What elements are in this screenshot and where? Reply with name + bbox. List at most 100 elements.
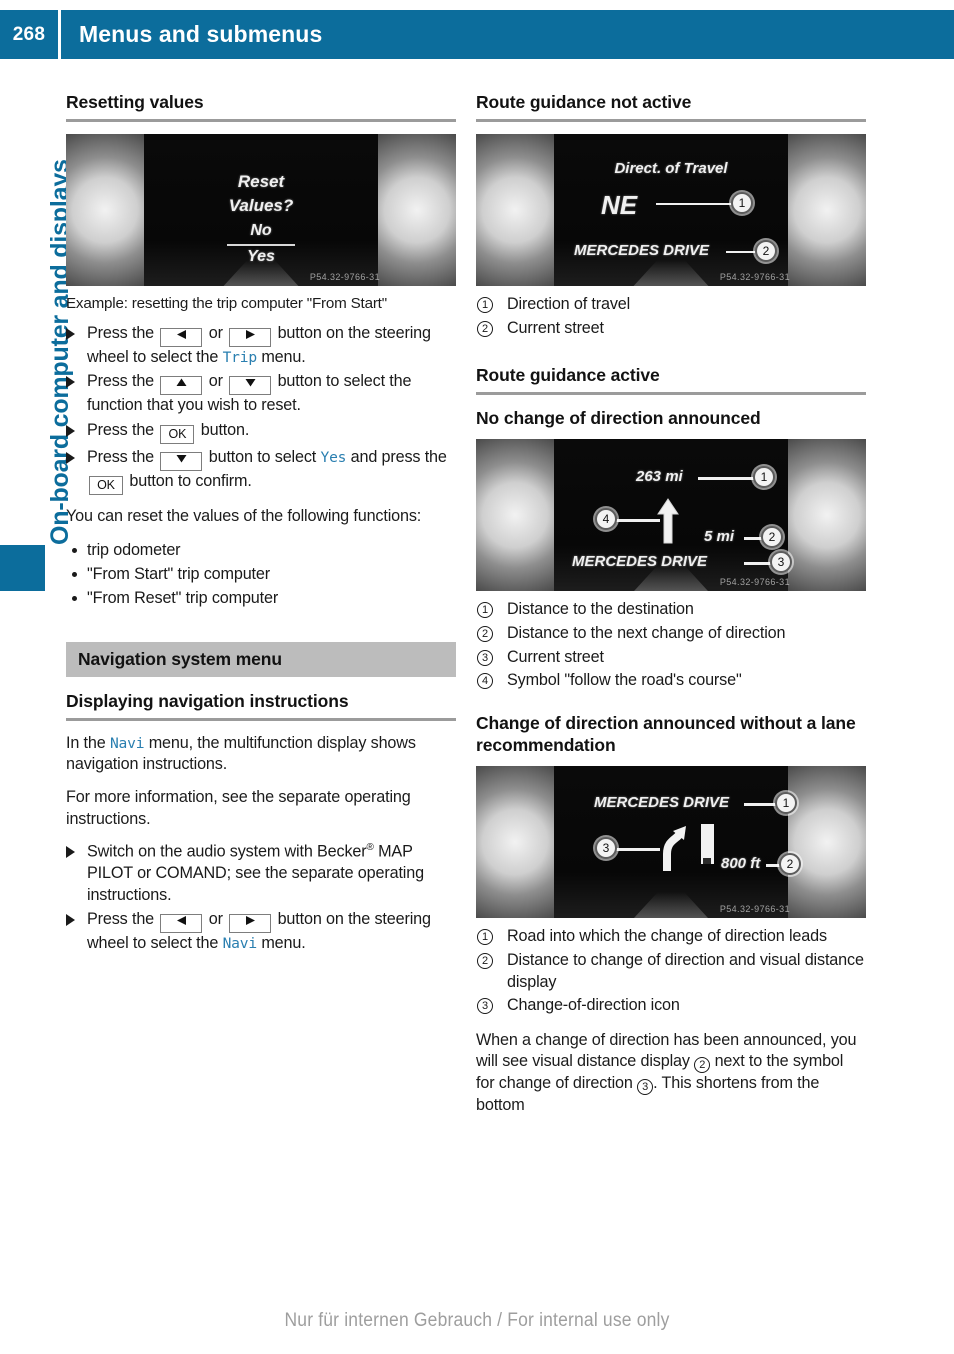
figure-caption: Example: resetting the trip computer "Fr…: [66, 295, 387, 312]
ok-key-icon[interactable]: OK: [160, 425, 195, 444]
list-item: 1 Distance to the destination: [476, 599, 866, 621]
legend-label: Current street: [507, 647, 604, 666]
heading-change-of-direction-announced: Change of direction announced without a …: [476, 712, 856, 756]
step-marker-icon: [66, 425, 75, 437]
heading-resetting-values: Resetting values: [66, 92, 456, 122]
legend-label: Direction of travel: [507, 295, 631, 313]
step-select-trip-menu: Press the or button on the steering whee…: [66, 323, 456, 369]
callout-number-inline: 2: [694, 1057, 711, 1074]
bullet-icon: [72, 571, 77, 577]
becker-text-pre: Switch on the audio system with Becker: [87, 842, 367, 861]
banner-navigation-system-menu: Navigation system menu: [66, 641, 456, 677]
step-text-pre: Press the: [87, 421, 155, 439]
list-item: "From Start" trip computer: [66, 563, 456, 585]
menu-name-navi: Navi: [109, 734, 145, 752]
left-column: Resetting values Reset Values? No Yes P5…: [66, 92, 456, 958]
leader-line: [616, 848, 660, 851]
display-direction-value: NE: [601, 190, 638, 220]
step-text-tail: and press the: [350, 448, 447, 466]
display-distance-to-change: 800 ft: [721, 855, 761, 873]
display-road-name: MERCEDES DRIVE: [594, 794, 730, 812]
leader-line: [726, 251, 758, 254]
heading-route-guidance-not-active: Route guidance not active: [476, 92, 866, 122]
registered-mark-icon: ®: [366, 842, 374, 854]
legend-label: Change-of-direction icon: [507, 996, 680, 1015]
heading-no-change-of-direction: No change of direction announced: [476, 408, 761, 429]
right-arrow-key-icon[interactable]: [229, 914, 272, 934]
down-arrow-key-icon[interactable]: [229, 376, 272, 396]
step-select-yes-confirm: Press the button to select Yes and press…: [66, 447, 456, 495]
left-arrow-key-icon[interactable]: [160, 914, 203, 934]
chapter-tab-marker: [0, 545, 45, 591]
leader-line: [656, 203, 734, 206]
display-direction-title: Direct. of Travel: [614, 160, 728, 177]
figure-route-guidance-not-active: Direct. of Travel NE 1 MERCEDES DRIVE 2 …: [476, 134, 866, 286]
callout-number: 2: [477, 626, 493, 643]
callout-number: 1: [477, 602, 493, 619]
menu-option-yes: Yes: [320, 449, 347, 466]
heading-displaying-navigation-instructions: Displaying navigation instructions: [66, 691, 456, 721]
bullet-icon: [72, 547, 77, 553]
reset-line-2: Values?: [228, 196, 294, 215]
page-header: 268 Menus and submenus: [0, 10, 954, 59]
list-item: 2 Current street: [476, 318, 866, 340]
leader-line: [616, 519, 660, 522]
list-item-label: trip odometer: [87, 540, 181, 559]
heading-route-guidance-active: Route guidance active: [476, 365, 866, 396]
step-marker-icon: [66, 452, 75, 464]
display-current-street: MERCEDES DRIVE: [572, 553, 708, 571]
figure-change-of-direction: MERCEDES DRIVE 1 3 800 ft 2 P54.32-9766-…: [476, 766, 866, 919]
gauge-left-icon: [476, 766, 554, 919]
figure-code: P54.32-9766-31: [719, 577, 790, 588]
paragraph-navi-menu: In the Navi menu, the multifunction disp…: [66, 733, 456, 776]
display-current-street: MERCEDES DRIVE: [574, 242, 710, 259]
navi-para-pre: In the: [66, 733, 106, 752]
step-text-mid: or: [208, 372, 223, 391]
reset-selection-divider: [227, 244, 295, 246]
callout-number: 1: [477, 929, 493, 946]
callout-number: 2: [477, 320, 493, 337]
right-arrow-key-icon[interactable]: [229, 327, 272, 347]
list-item: trip odometer: [66, 539, 456, 561]
step-marker-icon: [66, 914, 75, 927]
visual-distance-bar-segment: [703, 858, 711, 865]
gauge-right-icon: [378, 134, 456, 286]
list-item: "From Reset" trip computer: [66, 587, 456, 609]
callout-number: 4: [477, 673, 493, 690]
leader-line: [744, 562, 772, 565]
ok-key-icon[interactable]: OK: [89, 476, 123, 495]
step-text-pre: Press the: [87, 372, 155, 391]
step-switch-on-audio: Switch on the audio system with Becker® …: [66, 841, 456, 906]
step-text-post: button.: [200, 421, 250, 439]
step-marker-icon: [66, 376, 75, 389]
reset-option-yes: Yes: [247, 248, 275, 265]
list-item-label: "From Reset" trip computer: [87, 589, 279, 608]
step-select-function: Press the or button to select the functi…: [66, 371, 456, 417]
gauge-left-icon: [66, 134, 144, 286]
figure-code: P54.32-9766-31: [309, 272, 380, 282]
legend-route-guidance-not-active: 1 Direction of travel 2 Current street: [476, 294, 866, 339]
up-arrow-key-icon[interactable]: [160, 376, 203, 396]
callout-bubble-2: 2: [755, 240, 777, 262]
gauge-right-icon: [788, 439, 866, 592]
legend-label: Road into which the change of direction …: [507, 927, 827, 946]
right-column: Route guidance not active Direct. of Tra…: [476, 92, 866, 1128]
callout-bubble-1: 1: [731, 192, 753, 214]
step-text-pre: Press the: [87, 323, 155, 342]
step-text-tail: menu.: [261, 934, 306, 953]
list-item: 1 Road into which the change of directio…: [476, 926, 866, 948]
chapter-rail: On-board computer and displays: [0, 70, 74, 630]
leader-line: [698, 477, 756, 480]
legend-route-guidance-active: 1 Distance to the destination 2 Distance…: [476, 599, 866, 691]
step-select-navi-menu: Press the or button on the steering whee…: [66, 909, 456, 955]
callout-number: 1: [477, 297, 493, 313]
down-arrow-key-icon[interactable]: [160, 452, 203, 471]
list-item-label: "From Start" trip computer: [87, 564, 270, 583]
figure-code: P54.32-9766-31: [719, 904, 790, 915]
step-text-tail2: button to confirm.: [129, 472, 252, 490]
step-marker-icon: [66, 327, 75, 340]
closing-paragraph: When a change of direction has been anno…: [476, 1030, 866, 1117]
callout-number: 3: [477, 649, 493, 666]
left-arrow-key-icon[interactable]: [160, 327, 203, 347]
legend-label: Distance to the destination: [507, 600, 694, 619]
